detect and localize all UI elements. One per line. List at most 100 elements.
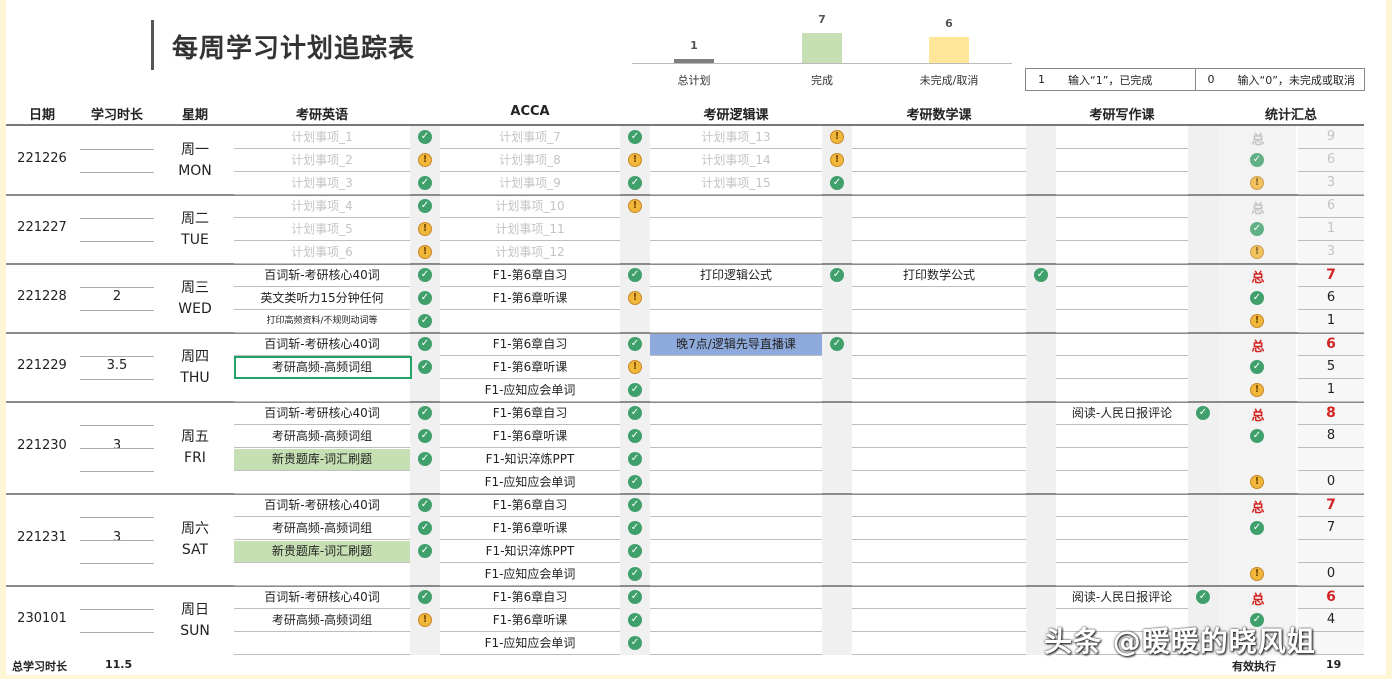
english-task-cell[interactable]: 百词斩-考研核心40词 bbox=[234, 265, 410, 285]
total-duration-value[interactable]: 11.5 bbox=[105, 658, 132, 671]
stat-count[interactable]: 6 bbox=[1300, 290, 1362, 305]
header-duration[interactable]: 学习时长 bbox=[80, 104, 154, 123]
acca-task-cell[interactable]: F1-应知应会单词 bbox=[440, 633, 620, 653]
stat-count[interactable]: 0 bbox=[1300, 566, 1362, 581]
check-circle-icon[interactable]: ✓ bbox=[418, 406, 432, 420]
acca-task-cell[interactable]: 计划事项_10 bbox=[440, 196, 620, 216]
stat-count[interactable]: 7 bbox=[1300, 267, 1362, 283]
check-circle-icon[interactable]: ✓ bbox=[628, 383, 642, 397]
check-circle-icon[interactable]: ✓ bbox=[628, 268, 642, 282]
acca-task-cell[interactable]: F1-第6章听课 bbox=[440, 288, 620, 308]
stat-count[interactable]: 1 bbox=[1300, 221, 1362, 236]
math-task-cell[interactable]: 打印数学公式 bbox=[852, 265, 1026, 285]
acca-task-cell[interactable]: F1-第6章自习 bbox=[440, 495, 620, 515]
english-task-cell[interactable]: 百词斩-考研核心40词 bbox=[234, 334, 410, 354]
acca-task-cell[interactable]: F1-第6章自习 bbox=[440, 587, 620, 607]
stat-count[interactable]: 0 bbox=[1300, 474, 1362, 489]
english-task-cell[interactable]: 新贵题库-词汇刷题 bbox=[234, 449, 410, 469]
exclamation-circle-icon[interactable]: ! bbox=[628, 199, 642, 213]
check-circle-icon[interactable]: ✓ bbox=[628, 429, 642, 443]
exclamation-circle-icon[interactable]: ! bbox=[418, 245, 432, 259]
acca-task-cell[interactable]: F1-第6章听课 bbox=[440, 518, 620, 538]
check-circle-icon[interactable]: ✓ bbox=[830, 176, 844, 190]
english-task-cell[interactable]: 考研高频-高频词组 bbox=[234, 610, 410, 630]
english-task-cell[interactable]: 新贵题库-词汇刷题 bbox=[234, 541, 410, 561]
stat-count[interactable]: 6 bbox=[1300, 152, 1362, 167]
acca-task-cell[interactable]: 计划事项_8 bbox=[440, 150, 620, 170]
acca-task-cell[interactable]: F1-应知应会单词 bbox=[440, 564, 620, 584]
exclamation-circle-icon[interactable]: ! bbox=[418, 222, 432, 236]
duration-cell[interactable]: 2 bbox=[80, 289, 154, 304]
english-task-cell[interactable]: 打印高频资料/不规则动词等 bbox=[234, 311, 410, 331]
header-acca[interactable]: ACCA bbox=[440, 104, 620, 119]
acca-task-cell[interactable]: 计划事项_12 bbox=[440, 242, 620, 262]
english-task-cell[interactable]: 计划事项_5 bbox=[234, 219, 410, 239]
header-logic[interactable]: 考研逻辑课 bbox=[650, 104, 822, 123]
stat-count[interactable]: 7 bbox=[1300, 520, 1362, 535]
stat-count[interactable]: 6 bbox=[1300, 198, 1362, 213]
check-circle-icon[interactable]: ✓ bbox=[628, 176, 642, 190]
stat-count[interactable]: 6 bbox=[1300, 336, 1362, 352]
check-circle-icon[interactable]: ✓ bbox=[628, 406, 642, 420]
writing-task-cell[interactable]: 阅读-人民日报评论 bbox=[1056, 587, 1188, 607]
check-circle-icon[interactable]: ✓ bbox=[418, 268, 432, 282]
effective-value[interactable]: 19 bbox=[1326, 658, 1341, 671]
check-circle-icon[interactable]: ✓ bbox=[418, 337, 432, 351]
acca-task-cell[interactable]: F1-第6章自习 bbox=[440, 334, 620, 354]
acca-task-cell[interactable]: F1-第6章自习 bbox=[440, 265, 620, 285]
acca-task-cell[interactable]: F1-第6章听课 bbox=[440, 610, 620, 630]
stat-count[interactable]: 3 bbox=[1300, 175, 1362, 190]
acca-task-cell[interactable]: F1-第6章听课 bbox=[440, 357, 620, 377]
duration-cell[interactable]: 3.5 bbox=[80, 358, 154, 373]
date-cell[interactable]: 221226 bbox=[6, 151, 78, 166]
check-circle-icon[interactable]: ✓ bbox=[628, 337, 642, 351]
check-circle-icon[interactable]: ✓ bbox=[830, 268, 844, 282]
logic-task-cell[interactable]: 计划事项_14 bbox=[650, 150, 822, 170]
date-cell[interactable]: 221230 bbox=[6, 438, 78, 453]
stat-count[interactable]: 8 bbox=[1300, 428, 1362, 443]
stat-count[interactable]: 8 bbox=[1300, 405, 1362, 421]
check-circle-icon[interactable]: ✓ bbox=[418, 544, 432, 558]
exclamation-circle-icon[interactable]: ! bbox=[418, 613, 432, 627]
check-circle-icon[interactable]: ✓ bbox=[628, 452, 642, 466]
english-task-cell[interactable]: 计划事项_3 bbox=[234, 173, 410, 193]
header-writing[interactable]: 考研写作课 bbox=[1056, 104, 1188, 123]
check-circle-icon[interactable]: ✓ bbox=[628, 636, 642, 650]
acca-task-cell[interactable]: F1-应知应会单词 bbox=[440, 380, 620, 400]
header-stats[interactable]: 统计汇总 bbox=[1218, 104, 1364, 123]
stat-count[interactable]: 7 bbox=[1300, 497, 1362, 513]
check-circle-icon[interactable]: ✓ bbox=[628, 567, 642, 581]
acca-task-cell[interactable]: 计划事项_11 bbox=[440, 219, 620, 239]
logic-task-cell[interactable]: 打印逻辑公式 bbox=[650, 265, 822, 285]
check-circle-icon[interactable]: ✓ bbox=[628, 475, 642, 489]
stat-count[interactable]: 3 bbox=[1300, 244, 1362, 259]
check-circle-icon[interactable]: ✓ bbox=[418, 360, 432, 374]
check-circle-icon[interactable]: ✓ bbox=[1196, 590, 1210, 604]
check-circle-icon[interactable]: ✓ bbox=[418, 590, 432, 604]
stat-count[interactable]: 9 bbox=[1300, 129, 1362, 144]
english-task-cell[interactable]: 计划事项_6 bbox=[234, 242, 410, 262]
exclamation-circle-icon[interactable]: ! bbox=[628, 153, 642, 167]
english-task-cell[interactable]: 考研高频-高频词组 bbox=[234, 518, 410, 538]
check-circle-icon[interactable]: ✓ bbox=[418, 199, 432, 213]
date-cell[interactable]: 221228 bbox=[6, 289, 78, 304]
check-circle-icon[interactable]: ✓ bbox=[628, 544, 642, 558]
acca-task-cell[interactable]: F1-第6章听课 bbox=[440, 426, 620, 446]
logic-task-cell[interactable]: 计划事项_15 bbox=[650, 173, 822, 193]
english-task-cell[interactable]: 百词斩-考研核心40词 bbox=[234, 587, 410, 607]
check-circle-icon[interactable]: ✓ bbox=[418, 291, 432, 305]
exclamation-circle-icon[interactable]: ! bbox=[418, 153, 432, 167]
check-circle-icon[interactable]: ✓ bbox=[418, 452, 432, 466]
check-circle-icon[interactable]: ✓ bbox=[418, 498, 432, 512]
exclamation-circle-icon[interactable]: ! bbox=[830, 130, 844, 144]
duration-cell[interactable]: 3 bbox=[80, 438, 154, 453]
acca-task-cell[interactable]: F1-知识淬炼PPT bbox=[440, 541, 620, 561]
check-circle-icon[interactable]: ✓ bbox=[418, 314, 432, 328]
english-task-cell[interactable]: 百词斩-考研核心40词 bbox=[234, 495, 410, 515]
header-english[interactable]: 考研英语 bbox=[234, 104, 410, 123]
check-circle-icon[interactable]: ✓ bbox=[418, 521, 432, 535]
date-cell[interactable]: 221227 bbox=[6, 220, 78, 235]
check-circle-icon[interactable]: ✓ bbox=[628, 130, 642, 144]
stat-count[interactable]: 6 bbox=[1300, 589, 1362, 605]
check-circle-icon[interactable]: ✓ bbox=[830, 337, 844, 351]
